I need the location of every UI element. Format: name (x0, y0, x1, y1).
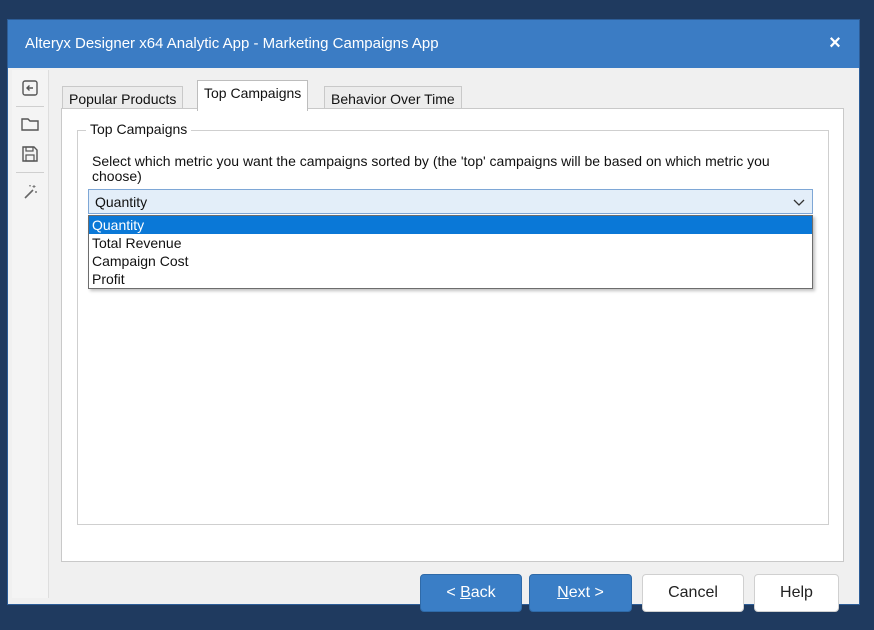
window-title: Alteryx Designer x64 Analytic App - Mark… (25, 35, 439, 52)
sidebar-divider (16, 106, 44, 107)
help-button[interactable]: Help (754, 574, 839, 612)
chevron-down-icon[interactable] (792, 195, 806, 214)
sidebar-divider (16, 172, 44, 173)
back-button-rest: ack (470, 584, 496, 601)
group-title: Top Campaigns (86, 121, 192, 137)
app-window: Alteryx Designer x64 Analytic App - Mark… (8, 20, 859, 612)
folder-open-icon[interactable] (18, 112, 42, 136)
next-button-accel: N (557, 584, 569, 601)
sidebar (12, 70, 49, 598)
tab-panel-top-campaigns: Top Campaigns Select which metric you wa… (61, 108, 844, 562)
close-icon[interactable]: × (825, 31, 845, 55)
metric-description: Select which metric you want the campaig… (92, 153, 770, 184)
back-button[interactable]: < Back (420, 574, 522, 612)
metric-select-value: Quantity (95, 194, 148, 210)
dropdown-option-profit[interactable]: Profit (89, 270, 812, 288)
cancel-button[interactable]: Cancel (642, 574, 744, 612)
metric-dropdown-list: Quantity Total Revenue Campaign Cost Pro… (88, 215, 813, 289)
content-area: Popular Products Top Campaigns Behavior … (53, 70, 853, 612)
next-button-rest: ext > (568, 584, 604, 601)
dropdown-option-total-revenue[interactable]: Total Revenue (89, 234, 812, 252)
metric-select[interactable]: Quantity (88, 189, 813, 214)
next-button[interactable]: Next > (529, 574, 632, 612)
magic-wand-icon[interactable] (18, 180, 42, 204)
dropdown-option-quantity[interactable]: Quantity (89, 216, 812, 234)
save-icon[interactable] (18, 142, 42, 166)
tab-top-campaigns[interactable]: Top Campaigns (197, 80, 309, 111)
back-arrow-icon[interactable] (18, 76, 42, 100)
dropdown-option-campaign-cost[interactable]: Campaign Cost (89, 252, 812, 270)
title-bar: Alteryx Designer x64 Analytic App - Mark… (8, 20, 859, 68)
back-button-accel: B (460, 584, 471, 601)
top-campaigns-group: Top Campaigns Select which metric you wa… (77, 121, 829, 525)
back-button-prefix: < (446, 584, 461, 601)
